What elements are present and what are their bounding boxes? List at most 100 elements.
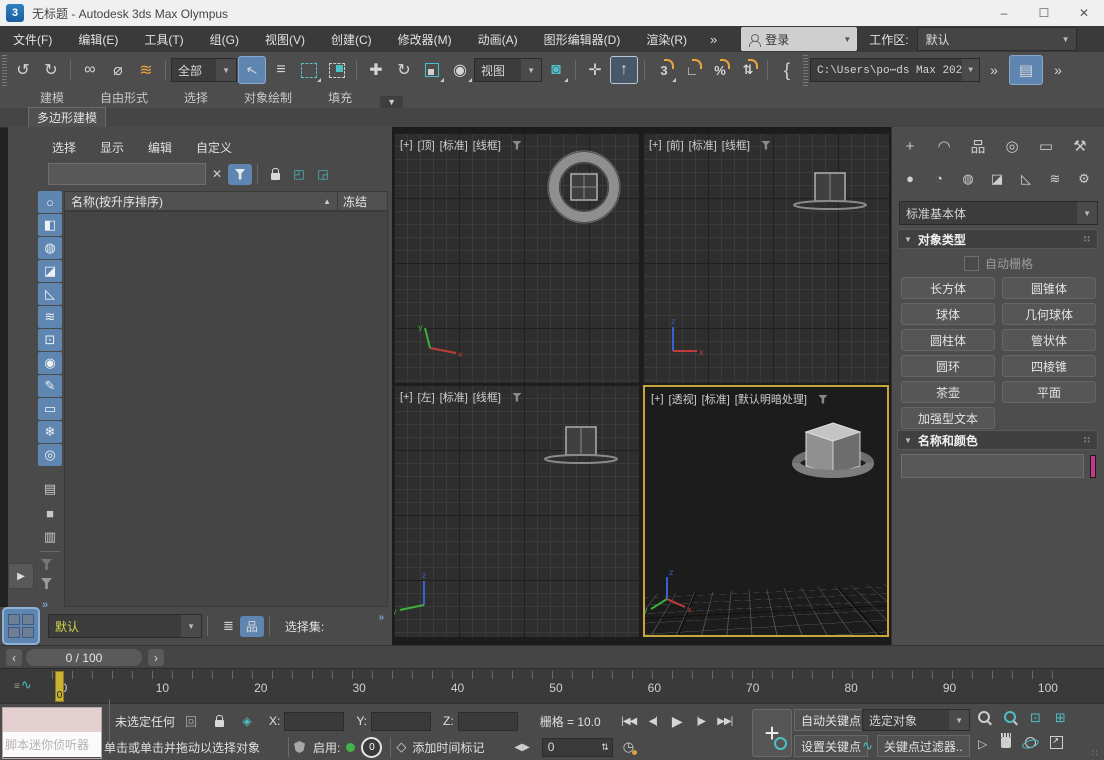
go-to-end-button[interactable]: ▶▶|	[713, 711, 737, 731]
primitive-button[interactable]: 圆柱体	[901, 329, 995, 351]
minimize-button[interactable]: –	[984, 0, 1024, 26]
modify-tab[interactable]: ◠	[932, 133, 956, 159]
close-button[interactable]: ✕	[1064, 0, 1104, 26]
display-geometry-icon[interactable]: ◧	[38, 214, 62, 236]
shapes-subtab[interactable]: ◔	[927, 167, 951, 190]
ribbon-tab[interactable]: 选择	[170, 87, 222, 108]
menu-item[interactable]: 工具(T)	[131, 26, 196, 52]
percent-snap-toggle[interactable]: %	[707, 57, 733, 83]
layoutbar-overflow-chevrons[interactable]: »	[378, 612, 384, 623]
explorer-menu-item[interactable]: 显示	[100, 139, 124, 156]
spacewarps-subtab[interactable]: ≋	[1043, 167, 1067, 190]
menu-item[interactable]: 编辑(E)	[65, 26, 131, 52]
explorer-menu-item[interactable]: 编辑	[148, 139, 172, 156]
object-name-input[interactable]	[901, 454, 1084, 478]
selection-lock-toggle[interactable]	[206, 708, 232, 734]
viewport-menu-shading[interactable]: [默认明暗处理]	[735, 391, 807, 407]
viewport-menu-standard[interactable]: [标准]	[702, 391, 730, 407]
viewport-menu-plus[interactable]: [+]	[651, 393, 664, 405]
viewport-menu-plus[interactable]: [+]	[649, 139, 662, 151]
select-and-place-button[interactable]: ◉	[447, 57, 473, 83]
toolbar-overflow-chevrons-2[interactable]: »	[1045, 57, 1071, 83]
spinner-snap-toggle[interactable]: ⇅	[735, 57, 761, 83]
viewport-menu-standard[interactable]: [标准]	[440, 389, 468, 405]
viewport-perspective[interactable]: [+] [透视] [标准] [默认明暗处理] z y x	[643, 385, 889, 637]
filter-icon[interactable]	[41, 578, 52, 589]
login-dropdown[interactable]: 登录 ▼	[741, 27, 857, 51]
viewport-menu-view[interactable]: [前]	[667, 137, 684, 153]
named-selection-sets-button[interactable]: {	[774, 57, 800, 83]
display-containers-icon[interactable]: ▭	[38, 398, 62, 420]
field-of-view-icon[interactable]: ▷	[978, 737, 987, 751]
ribbon-tab[interactable]: 填充	[314, 87, 366, 108]
zoom-extents-icon[interactable]: ⊡	[1030, 710, 1041, 726]
previous-frame-button[interactable]: ‹	[6, 649, 22, 666]
viewport-layout-tabs-button[interactable]	[2, 607, 40, 645]
cameras-subtab[interactable]: ◪	[985, 167, 1009, 190]
viewport-menu-view[interactable]: [左]	[418, 389, 435, 405]
primitive-button[interactable]: 圆锥体	[1002, 277, 1096, 299]
explorer-collapse-button[interactable]: ▶	[8, 563, 34, 589]
display-hidden-icon[interactable]: ◎	[38, 444, 62, 466]
x-coordinate-field[interactable]	[284, 712, 344, 731]
autosave-indicator-button[interactable]: ▤	[1009, 55, 1043, 85]
list-view-icon[interactable]: ▤	[38, 479, 62, 499]
go-to-start-button[interactable]: |◀◀	[617, 711, 641, 731]
viewport-menu-view[interactable]: [透视]	[669, 391, 697, 407]
viewport-menu-plus[interactable]: [+]	[400, 391, 413, 403]
per-viewport-filter-icon[interactable]	[761, 141, 771, 150]
collapse-hierarchy-button[interactable]: ◲	[311, 164, 335, 185]
listener-macro-row[interactable]	[3, 708, 101, 733]
lock-explorer-button[interactable]	[263, 164, 287, 185]
default-tangent-icon[interactable]: ∿	[862, 738, 873, 754]
primitive-button[interactable]: 四棱锥	[1002, 355, 1096, 377]
previous-key-button[interactable]: ◀|	[641, 711, 665, 731]
clear-search-icon[interactable]: ✕	[212, 167, 222, 181]
isolate-selection-icon[interactable]: 回	[178, 708, 204, 734]
expand-hierarchy-button[interactable]: ◰	[287, 164, 311, 185]
motion-tab[interactable]: ◎	[1000, 133, 1024, 159]
display-spacewarps-icon[interactable]: ≋	[38, 306, 62, 328]
select-by-name-button[interactable]: ≡	[268, 57, 294, 83]
display-bones-icon[interactable]: ✎	[38, 375, 62, 397]
name-column-header[interactable]: 名称(按升序排序) ▲	[65, 192, 338, 210]
zoom-extents-all-icon[interactable]: ⊞	[1055, 710, 1066, 726]
zoom-all-icon[interactable]	[1004, 711, 1016, 726]
autogrid-checkbox[interactable]	[964, 256, 979, 271]
display-groups-icon[interactable]: ⊡	[38, 329, 62, 351]
toolbar-grip[interactable]	[803, 54, 808, 86]
display-helpers-icon[interactable]: ◺	[38, 283, 62, 305]
primitive-button[interactable]: 几何球体	[1002, 303, 1096, 325]
viewport-menu-standard[interactable]: [标准]	[440, 137, 468, 153]
set-keys-button[interactable]: +	[752, 709, 792, 757]
primitive-button[interactable]: 长方体	[901, 277, 995, 299]
primitive-button[interactable]: 平面	[1002, 381, 1096, 403]
select-and-manipulate-button[interactable]: ✛	[582, 57, 608, 83]
timeline-current-frame-handle[interactable]: 0	[55, 671, 64, 702]
toolbar-grip[interactable]	[2, 54, 7, 86]
primitive-button[interactable]: 球体	[901, 303, 995, 325]
frozen-column-header[interactable]: 冻结	[338, 192, 387, 210]
selection-filter-dropdown[interactable]: 全部 ▼	[171, 58, 237, 82]
auto-key-button[interactable]: 自动关键点	[794, 709, 868, 731]
play-button[interactable]: ▶	[665, 711, 689, 731]
next-key-button[interactable]: |▶	[689, 711, 713, 731]
geometry-subtab[interactable]: ●	[898, 167, 922, 190]
systems-subtab[interactable]: ⚙	[1072, 167, 1096, 190]
display-lights-icon[interactable]: ◍	[38, 237, 62, 259]
key-mode-toggle-icon[interactable]: ◀▶	[514, 742, 529, 753]
menu-item[interactable]: 视图(V)	[252, 26, 318, 52]
menu-overflow-chevrons[interactable]: »	[700, 32, 727, 47]
next-frame-button[interactable]: ›	[148, 649, 164, 666]
explorer-preset-dropdown[interactable]: 默认 ▼	[48, 614, 202, 638]
z-coordinate-field[interactable]	[458, 712, 518, 731]
primitive-button[interactable]: 圆环	[901, 355, 995, 377]
angle-snap-toggle[interactable]: ∟	[679, 57, 705, 83]
unlink-selection-icon[interactable]: ⌀	[105, 57, 131, 83]
bind-to-spacewarp-icon[interactable]: ≋	[133, 57, 159, 83]
scene-explorer-toggle-button[interactable]: 品	[240, 616, 264, 637]
primitive-button[interactable]: 加强型文本	[901, 407, 995, 429]
display-frozen-icon[interactable]: ❄	[38, 421, 62, 443]
toolbar-overflow-chevrons[interactable]: »	[981, 57, 1007, 83]
use-pivot-center-button[interactable]: ◙	[543, 57, 569, 83]
